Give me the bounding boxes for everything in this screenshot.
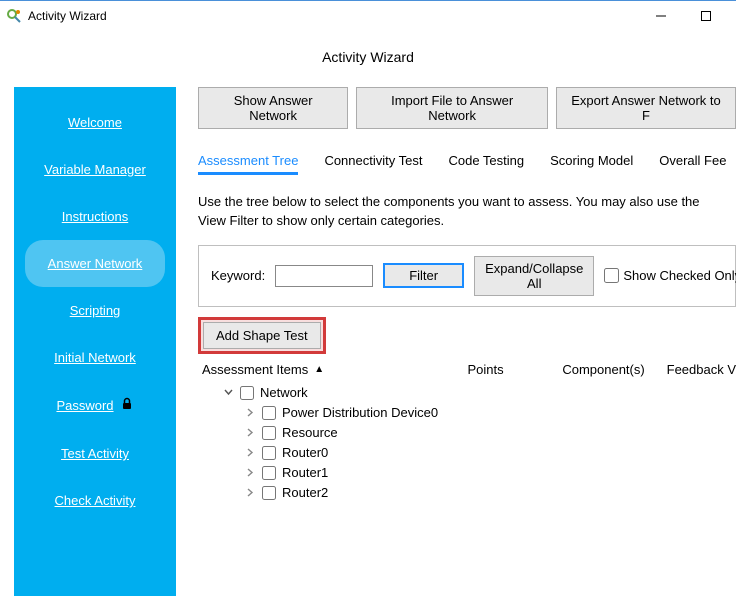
- tree-checkbox[interactable]: [262, 426, 276, 440]
- tree-label: Power Distribution Device0: [282, 405, 438, 420]
- tree-header: Assessment Items ▲ Points Component(s) F…: [198, 360, 736, 381]
- sidebar-item-label: Password: [56, 398, 113, 413]
- tree-row-network[interactable]: Network: [204, 383, 736, 403]
- add-shape-test-button[interactable]: Add Shape Test: [203, 322, 321, 349]
- sidebar-item-label: Instructions: [62, 209, 128, 224]
- tree-row[interactable]: Power Distribution Device0: [204, 403, 736, 423]
- app-icon: [6, 8, 22, 24]
- tab-scoring-model[interactable]: Scoring Model: [550, 153, 633, 175]
- maximize-button[interactable]: [683, 2, 728, 30]
- show-checked-only-text: Show Checked Only: [623, 268, 736, 283]
- tree-header-components[interactable]: Component(s): [562, 362, 666, 377]
- chevron-right-icon[interactable]: [244, 408, 256, 417]
- chevron-right-icon[interactable]: [244, 428, 256, 437]
- tree-row[interactable]: Router0: [204, 443, 736, 463]
- window-title: Activity Wizard: [28, 9, 107, 23]
- sidebar-item-label: Check Activity: [55, 493, 136, 508]
- tree-checkbox[interactable]: [262, 406, 276, 420]
- page-title: Activity Wizard: [0, 31, 736, 87]
- tree-header-points[interactable]: Points: [468, 362, 563, 377]
- sidebar: Welcome Variable Manager Instructions An…: [14, 87, 176, 596]
- show-checked-only-checkbox[interactable]: [604, 268, 619, 283]
- sidebar-item-label: Scripting: [70, 303, 121, 318]
- tree-checkbox[interactable]: [262, 466, 276, 480]
- sidebar-item-instructions[interactable]: Instructions: [25, 193, 165, 240]
- sidebar-item-label: Test Activity: [61, 446, 129, 461]
- sidebar-item-variable-manager[interactable]: Variable Manager: [25, 146, 165, 193]
- tabs: Assessment Tree Connectivity Test Code T…: [198, 153, 736, 175]
- tree-row[interactable]: Resource: [204, 423, 736, 443]
- tree-row[interactable]: Router2: [204, 483, 736, 503]
- sidebar-item-label: Variable Manager: [44, 162, 146, 177]
- show-checked-only-label[interactable]: Show Checked Only: [604, 268, 736, 283]
- add-shape-test-highlight: Add Shape Test: [198, 317, 326, 354]
- toolbar: Show Answer Network Import File to Answe…: [198, 87, 736, 129]
- sidebar-item-answer-network[interactable]: Answer Network: [25, 240, 165, 287]
- keyword-label: Keyword:: [211, 268, 265, 283]
- show-answer-network-button[interactable]: Show Answer Network: [198, 87, 348, 129]
- tree-label: Network: [260, 385, 308, 400]
- tree-header-assessment-items[interactable]: Assessment Items: [202, 362, 308, 377]
- tree-row[interactable]: Router1: [204, 463, 736, 483]
- expand-collapse-button[interactable]: Expand/Collapse All: [474, 256, 594, 296]
- tree-label: Router1: [282, 465, 328, 480]
- chevron-right-icon[interactable]: [244, 488, 256, 497]
- tree-header-feedback[interactable]: Feedback V: [667, 362, 736, 377]
- tree-label: Router0: [282, 445, 328, 460]
- assessment-tree: Network Power Distribution Device0 Resou…: [198, 381, 736, 503]
- lock-icon: [120, 397, 134, 414]
- export-file-button[interactable]: Export Answer Network to F: [556, 87, 736, 129]
- instructions-text: Use the tree below to select the compone…: [198, 193, 736, 231]
- sidebar-item-scripting[interactable]: Scripting: [25, 287, 165, 334]
- sort-ascending-icon: ▲: [314, 364, 324, 375]
- sidebar-item-initial-network[interactable]: Initial Network: [25, 334, 165, 381]
- tree-checkbox[interactable]: [262, 446, 276, 460]
- sidebar-item-label: Welcome: [68, 115, 122, 130]
- filter-bar: Keyword: Filter Expand/Collapse All Show…: [198, 245, 736, 307]
- import-file-button[interactable]: Import File to Answer Network: [356, 87, 548, 129]
- title-bar: Activity Wizard: [0, 1, 736, 31]
- sidebar-item-welcome[interactable]: Welcome: [25, 99, 165, 146]
- chevron-right-icon[interactable]: [244, 468, 256, 477]
- tab-assessment-tree[interactable]: Assessment Tree: [198, 153, 298, 175]
- sidebar-item-label: Initial Network: [54, 350, 136, 365]
- chevron-down-icon[interactable]: [222, 388, 234, 397]
- chevron-right-icon[interactable]: [244, 448, 256, 457]
- main-panel: Show Answer Network Import File to Answe…: [176, 87, 736, 596]
- sidebar-item-test-activity[interactable]: Test Activity: [25, 430, 165, 477]
- tab-connectivity-test[interactable]: Connectivity Test: [324, 153, 422, 175]
- tree-checkbox[interactable]: [240, 386, 254, 400]
- tree-checkbox[interactable]: [262, 486, 276, 500]
- tree-label: Resource: [282, 425, 338, 440]
- keyword-input[interactable]: [275, 265, 373, 287]
- sidebar-item-check-activity[interactable]: Check Activity: [25, 477, 165, 524]
- tab-overall-fee[interactable]: Overall Fee: [659, 153, 726, 175]
- sidebar-item-label: Answer Network: [48, 256, 143, 271]
- sidebar-item-password[interactable]: Password: [25, 381, 165, 430]
- tab-code-testing[interactable]: Code Testing: [448, 153, 524, 175]
- filter-button[interactable]: Filter: [383, 263, 464, 288]
- minimize-button[interactable]: [638, 2, 683, 30]
- tree-label: Router2: [282, 485, 328, 500]
